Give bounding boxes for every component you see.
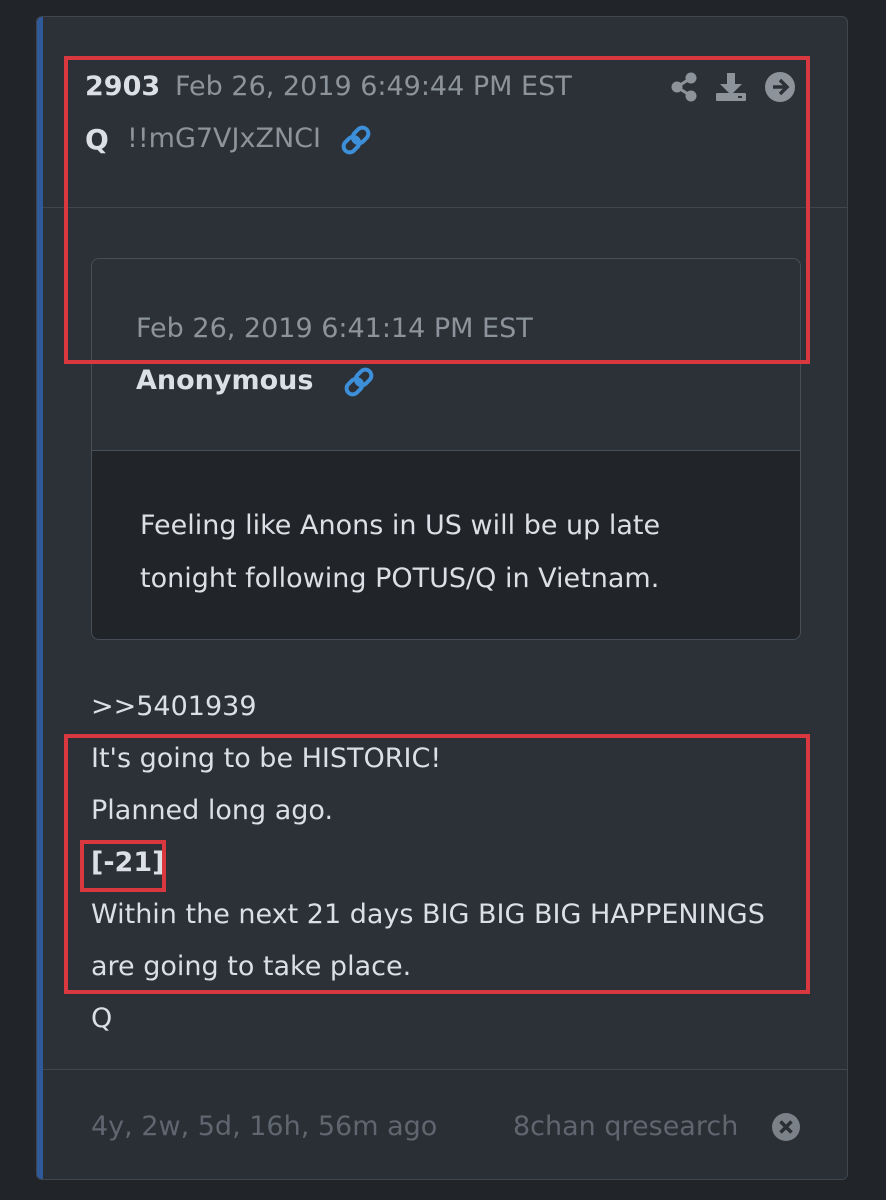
download-icon[interactable] (715, 71, 747, 107)
accent-bar (37, 17, 43, 1179)
quoted-post: Feb 26, 2019 6:41:14 PM EST Anonymous Fe… (91, 258, 801, 640)
quoted-post-body: Feeling like Anons in US will be up late… (92, 450, 800, 639)
share-icon[interactable] (669, 71, 699, 107)
quoted-post-author: Anonymous (136, 365, 314, 396)
message-countdown: [-21] (91, 847, 165, 878)
post-timestamp: Feb 26, 2019 6:49:44 PM EST (175, 71, 572, 102)
reply-reference-link[interactable]: >>5401939 (91, 691, 257, 722)
post-number[interactable]: 2903 (85, 71, 160, 102)
message-line: are going to take place. (91, 951, 412, 982)
quoted-post-header: Feb 26, 2019 6:41:14 PM EST Anonymous (92, 259, 800, 450)
link-icon[interactable] (342, 365, 376, 403)
quoted-post-line: Feeling like Anons in US will be up late (140, 510, 661, 541)
message-line: Within the next 21 days BIG BIG BIG HAPP… (91, 899, 765, 930)
post-tripcode: !!mG7VJxZNCI (127, 123, 321, 154)
close-circle-icon[interactable] (771, 1112, 801, 1146)
post-source: 8chan qresearch (513, 1111, 739, 1142)
quoted-post-line: tonight following POTUS/Q in Vietnam. (140, 563, 660, 594)
header-divider (43, 207, 847, 208)
post-author: Q (85, 123, 109, 156)
quoted-post-timestamp: Feb 26, 2019 6:41:14 PM EST (136, 313, 533, 344)
link-icon[interactable] (339, 123, 373, 161)
message-line: It's going to be HISTORIC! (91, 743, 442, 774)
message-line: Planned long ago. (91, 795, 334, 826)
arrow-right-circle-icon[interactable] (764, 71, 796, 107)
message-signature: Q (91, 1003, 113, 1034)
footer-divider (43, 1069, 847, 1070)
post-age: 4y, 2w, 5d, 16h, 56m ago (91, 1111, 438, 1142)
post-card: 2903 Feb 26, 2019 6:49:44 PM EST Q !!mG7… (36, 16, 848, 1180)
quoted-post-text: Feeling like Anons in US will be up late… (140, 499, 660, 605)
